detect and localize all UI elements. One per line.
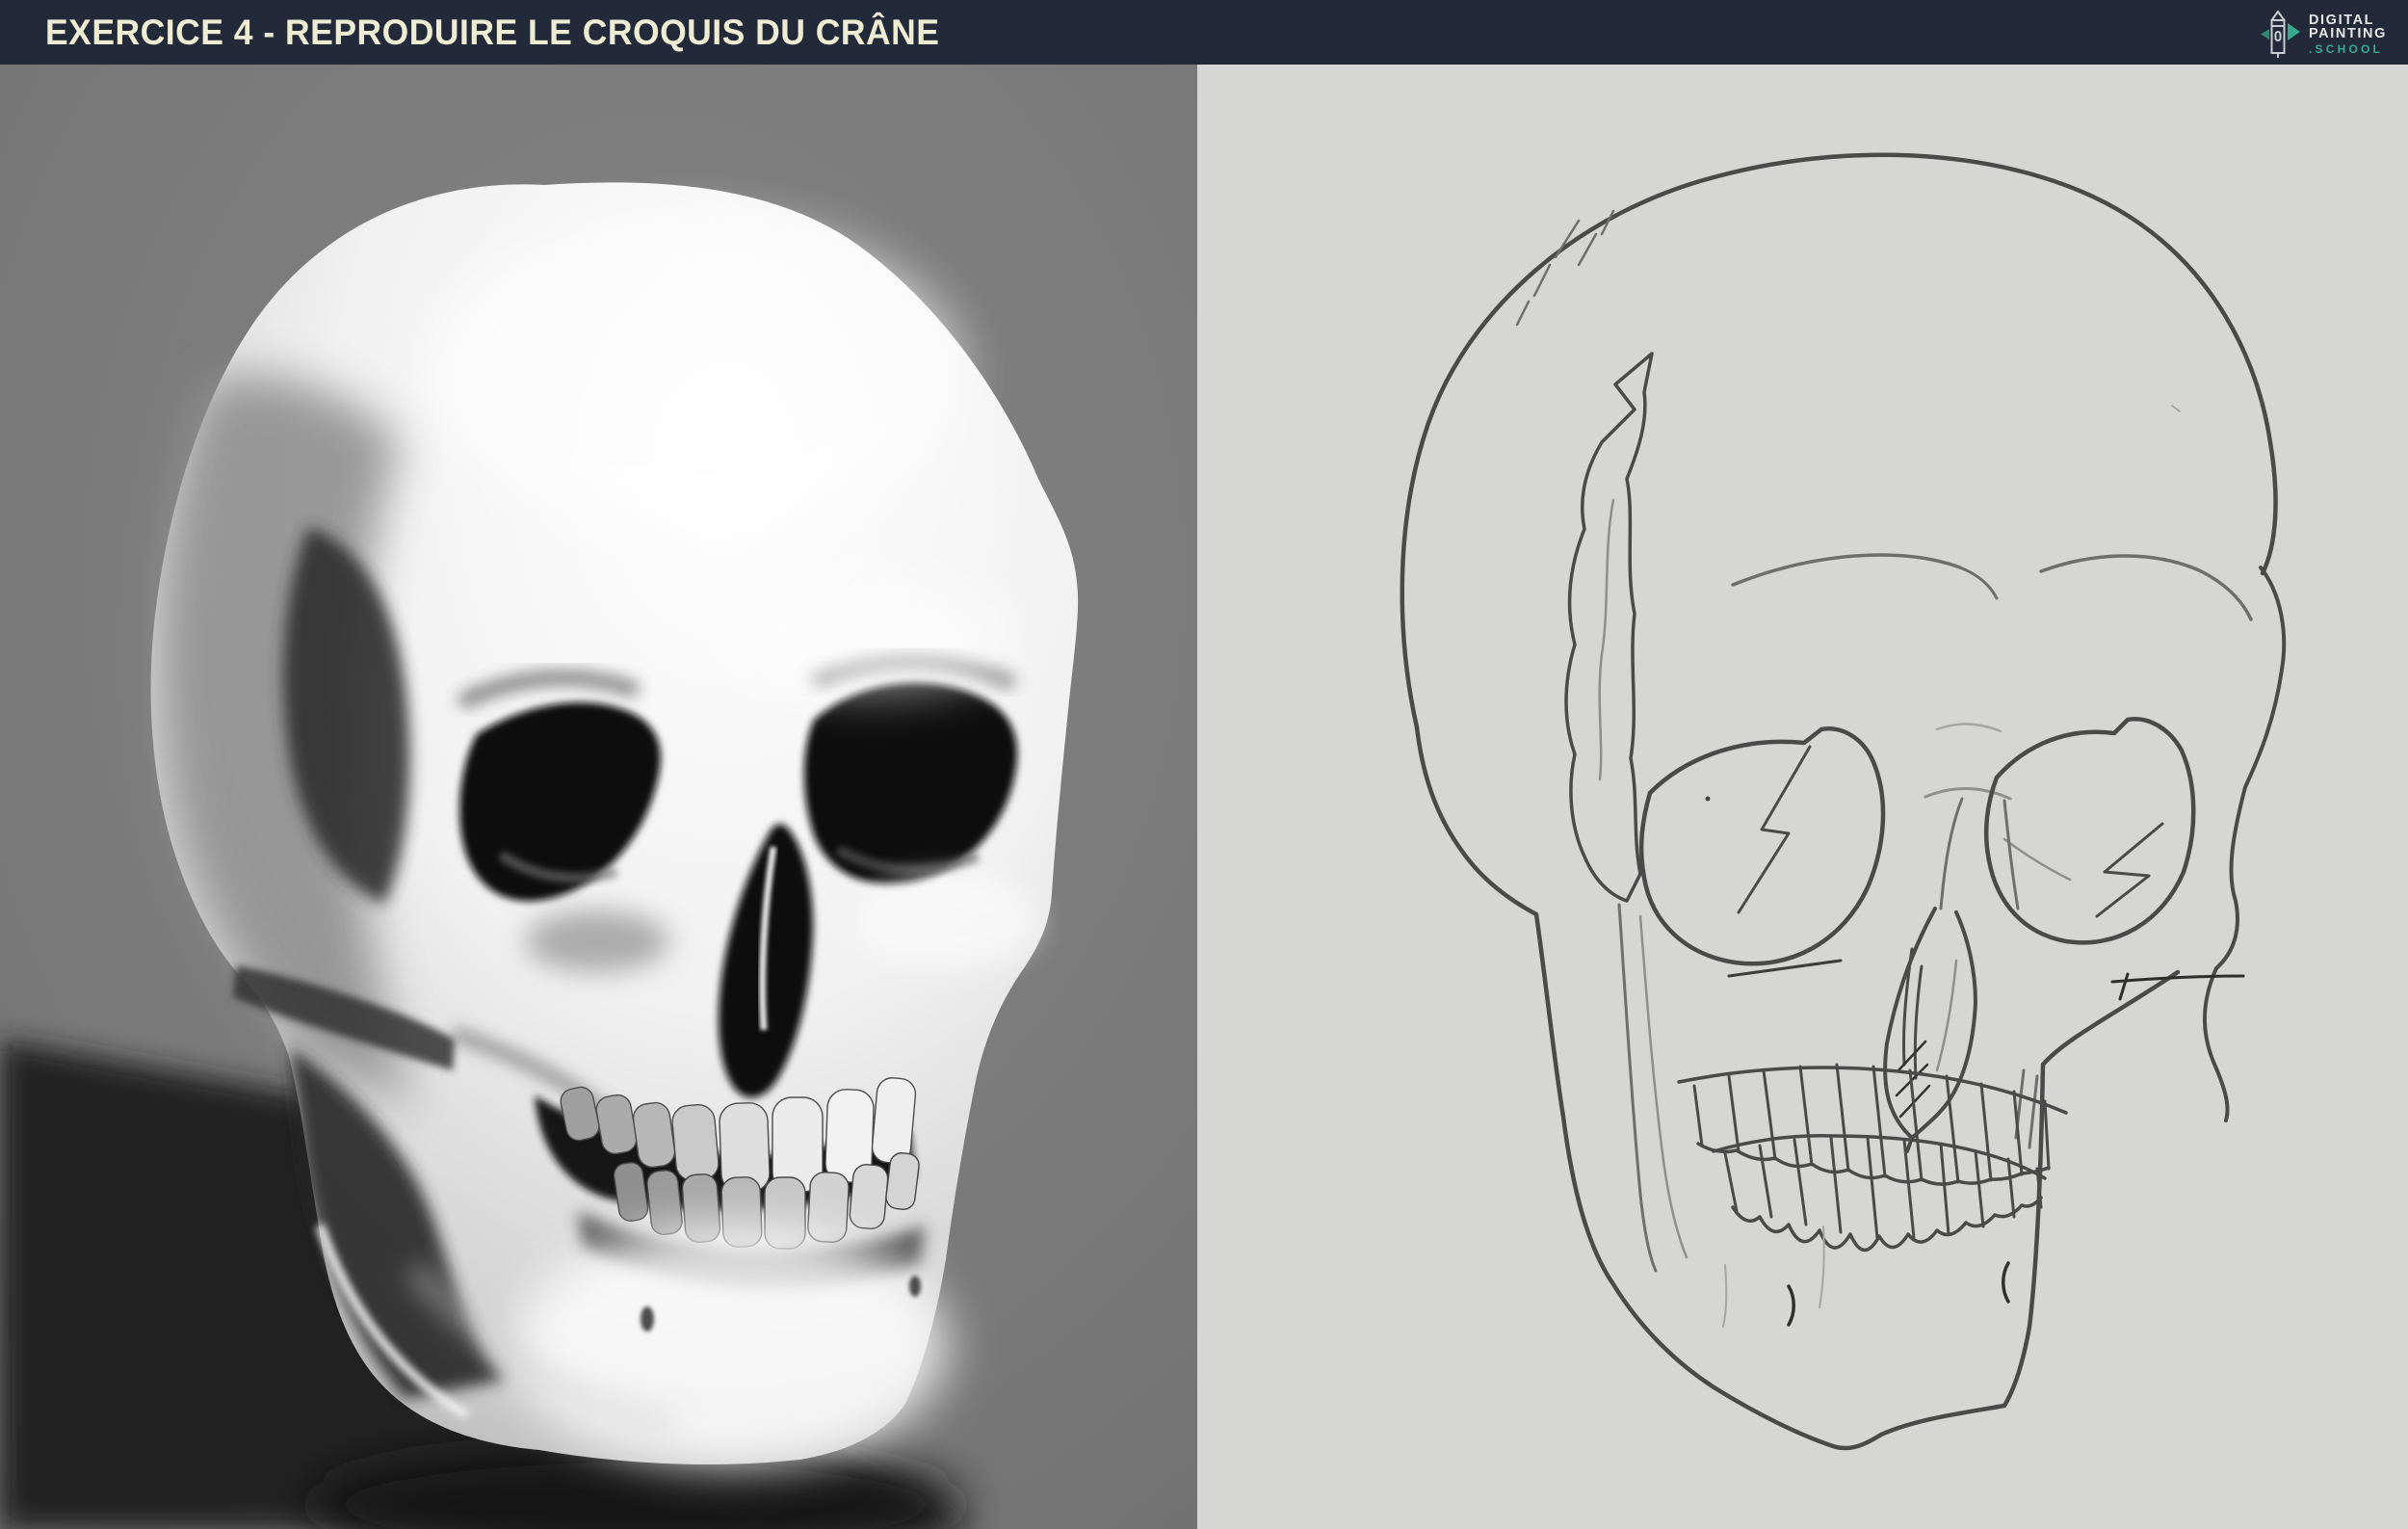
- pencil-icon-right-triangle: [2287, 22, 2300, 40]
- logo-word-painting: PAINTING: [2308, 26, 2387, 42]
- digital-painting-school-logo: DIGITAL PAINTING .SCHOOL: [2256, 10, 2387, 59]
- chin-pit-right: [909, 1276, 921, 1297]
- pencil-icon: [2256, 10, 2300, 59]
- pencil-icon-body: [2270, 10, 2286, 58]
- exercise-title: EXERCICE 4 - REPRODUIRE LE CROQUIS DU CR…: [45, 12, 940, 52]
- pencil-icon-left-triangle: [2260, 28, 2269, 40]
- skull-photo: [0, 65, 1197, 1529]
- sketch-background: [1197, 65, 2408, 1529]
- logo-word-school: .SCHOOL: [2308, 42, 2384, 57]
- chin-highlight: [515, 1226, 949, 1466]
- title-bar: EXERCICE 4 - REPRODUIRE LE CROQUIS DU CR…: [0, 0, 2408, 65]
- infraorbital-shading: [525, 910, 669, 972]
- brow-highlight: [727, 582, 1016, 694]
- content-area: [0, 65, 2408, 1529]
- eye-socket-left-dot: [1705, 796, 1711, 802]
- chin-pit-left: [641, 1306, 654, 1331]
- skull-sketch: [1197, 65, 2408, 1529]
- reference-photo-panel: [0, 65, 1197, 1529]
- sketch-panel: [1197, 65, 2408, 1529]
- logo-word-digital: DIGITAL: [2308, 12, 2375, 28]
- logo-wordmark: DIGITAL PAINTING .SCHOOL: [2308, 12, 2387, 57]
- cheekbone-highlight: [857, 874, 1040, 970]
- dome-highlight: [424, 219, 963, 527]
